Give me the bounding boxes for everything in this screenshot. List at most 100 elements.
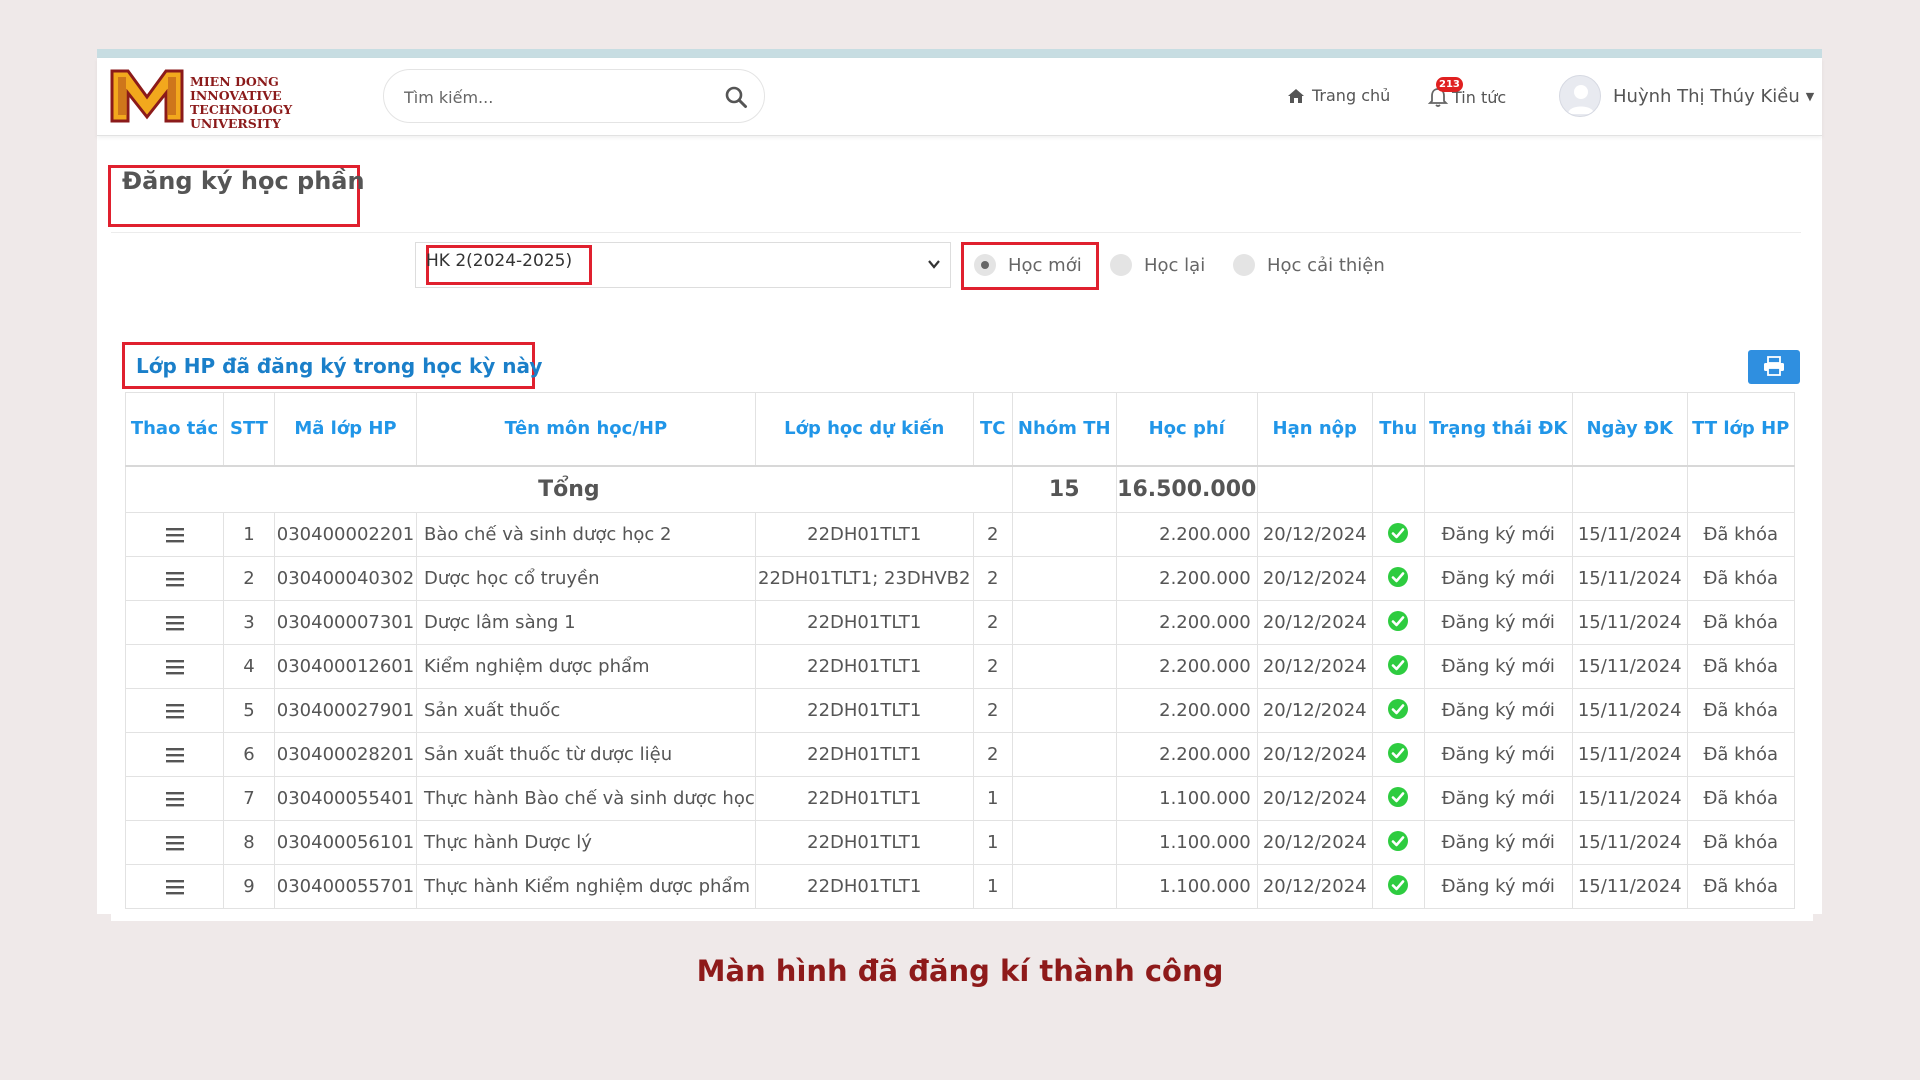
col-header[interactable]: Thu [1371,392,1425,467]
search-input[interactable] [404,84,704,110]
empty-cell [1371,465,1425,513]
main-content: Đăng ký học phần HK 2(2024-2025) Học mới… [108,151,1813,921]
col-header[interactable]: Mã lớp HP [274,392,417,467]
col-header[interactable]: Lớp học dự kiến [754,392,974,467]
check-circle-icon [1388,875,1409,895]
col-header[interactable]: TT lớp HP [1686,392,1795,467]
menu-icon[interactable] [165,571,184,587]
cell-paid [1371,776,1425,821]
cell-reg-date: 15/11/2024 [1571,600,1688,645]
cell-fee: 2.200.000 [1115,644,1258,689]
radio-hoc-cai-thien[interactable]: Học cải thiện [1233,254,1385,276]
cell-class-code: 030400002201 [274,512,417,557]
row-actions-menu[interactable] [125,776,224,821]
menu-icon[interactable] [165,527,184,543]
search-icon[interactable] [724,85,748,109]
cell-course-name: Dược lâm sàng 1 [416,600,756,645]
cell-credits: 1 [972,776,1013,821]
total-row: Tổng 15 16.500.000 [125,465,1795,513]
cell-due-date: 20/12/2024 [1256,556,1373,601]
cell-planned-class: 22DH01TLT1 [754,820,974,865]
col-header[interactable]: Học phí [1115,392,1258,467]
news-count-badge: 213 [1436,77,1463,92]
cell-planned-class: 22DH01TLT1 [754,688,974,733]
row-actions-menu[interactable] [125,688,224,733]
col-header[interactable]: Hạn nộp [1256,392,1373,467]
cell-planned-class: 22DH01TLT1 [754,644,974,689]
radio-dot-checked[interactable] [974,254,996,276]
menu-icon[interactable] [165,879,184,895]
col-header[interactable]: Trạng thái ĐK [1423,392,1573,467]
user-menu[interactable]: Huỳnh Thị Thúy Kiều ▼ [1559,75,1814,117]
cell-fee: 2.200.000 [1115,732,1258,777]
radio-dot[interactable] [1110,254,1132,276]
cell-stt: 7 [223,776,275,821]
university-logo[interactable]: MIEN DONG INNOVATIVE TECHNOLOGY UNIVERSI… [110,67,360,131]
menu-icon[interactable] [165,747,184,763]
nav-home-link[interactable]: Trang chủ [1287,86,1390,105]
cell-reg-date: 15/11/2024 [1571,512,1688,557]
cell-credits: 2 [972,512,1013,557]
total-label: Tổng [125,465,1013,513]
cell-class-code: 030400040302 [274,556,417,601]
cell-class-code: 030400055701 [274,864,417,909]
col-header[interactable]: Tên môn học/HP [416,392,756,467]
user-avatar-icon [1568,85,1594,114]
col-header[interactable]: Nhóm TH [1011,392,1117,467]
cell-practice-group [1011,864,1117,909]
nav-home-label: Trang chủ [1312,86,1391,105]
cell-credits: 2 [972,688,1013,733]
cell-stt: 9 [223,864,275,909]
cell-fee: 1.100.000 [1115,820,1258,865]
table-row: 8 030400056101 Thực hành Dược lý 22DH01TLT1… [125,820,1795,865]
row-actions-menu[interactable] [125,644,224,689]
nav-news-link[interactable]: 213 Tin tức [1427,77,1506,108]
cell-paid [1371,732,1425,777]
check-circle-icon [1388,831,1409,851]
cell-fee: 2.200.000 [1115,688,1258,733]
radio-dot[interactable] [1233,254,1255,276]
cell-fee: 1.100.000 [1115,776,1258,821]
radio-hoc-lai-label: Học lại [1144,254,1206,276]
user-name: Huỳnh Thị Thúy Kiều [1613,85,1800,107]
cell-practice-group [1011,644,1117,689]
radio-hoc-moi[interactable]: Học mới [974,254,1082,276]
table-row: 4 030400012601 Kiểm nghiệm dược phẩm 22DH01… [125,644,1795,689]
menu-icon[interactable] [165,703,184,719]
cell-practice-group [1011,776,1117,821]
col-header[interactable]: Thao tác [125,392,224,467]
print-icon [1764,355,1784,376]
menu-icon[interactable] [165,835,184,851]
semester-selected-value: HK 2(2024-2025) [426,251,573,271]
cell-reg-date: 15/11/2024 [1571,556,1688,601]
cell-stt: 6 [223,732,275,777]
app-window: MIEN DONG INNOVATIVE TECHNOLOGY UNIVERSI… [97,49,1822,921]
row-actions-menu[interactable] [125,864,224,909]
empty-cell [1423,465,1573,513]
row-actions-menu[interactable] [125,600,224,645]
table-row: 7 030400055401 Thực hành Bào chế và sinh d… [125,776,1795,821]
check-circle-icon [1388,523,1409,543]
cell-class-code: 030400055401 [274,776,417,821]
row-actions-menu[interactable] [125,512,224,557]
col-header[interactable]: STT [223,392,275,467]
cell-practice-group [1011,688,1117,733]
table-header-row: Thao tác STT Mã lớp HP Tên môn học/HP Lớ… [125,392,1795,467]
cell-stt: 4 [223,644,275,689]
col-header[interactable]: Ngày ĐK [1571,392,1688,467]
menu-icon[interactable] [165,659,184,675]
cell-course-name: Thực hành Kiểm nghiệm dược phẩm [416,864,756,909]
col-header[interactable]: TC [972,392,1013,467]
cell-practice-group [1011,512,1117,557]
row-actions-menu[interactable] [125,732,224,777]
print-button[interactable] [1748,350,1800,384]
row-actions-menu[interactable] [125,820,224,865]
row-actions-menu[interactable] [125,556,224,601]
radio-hoc-lai[interactable]: Học lại [1110,254,1205,276]
menu-icon[interactable] [165,615,184,631]
semester-select[interactable]: HK 2(2024-2025) [415,242,951,288]
cell-stt: 2 [223,556,275,601]
cell-class-status: Đã khóa [1686,512,1795,557]
menu-icon[interactable] [165,791,184,807]
avatar [1559,75,1601,117]
